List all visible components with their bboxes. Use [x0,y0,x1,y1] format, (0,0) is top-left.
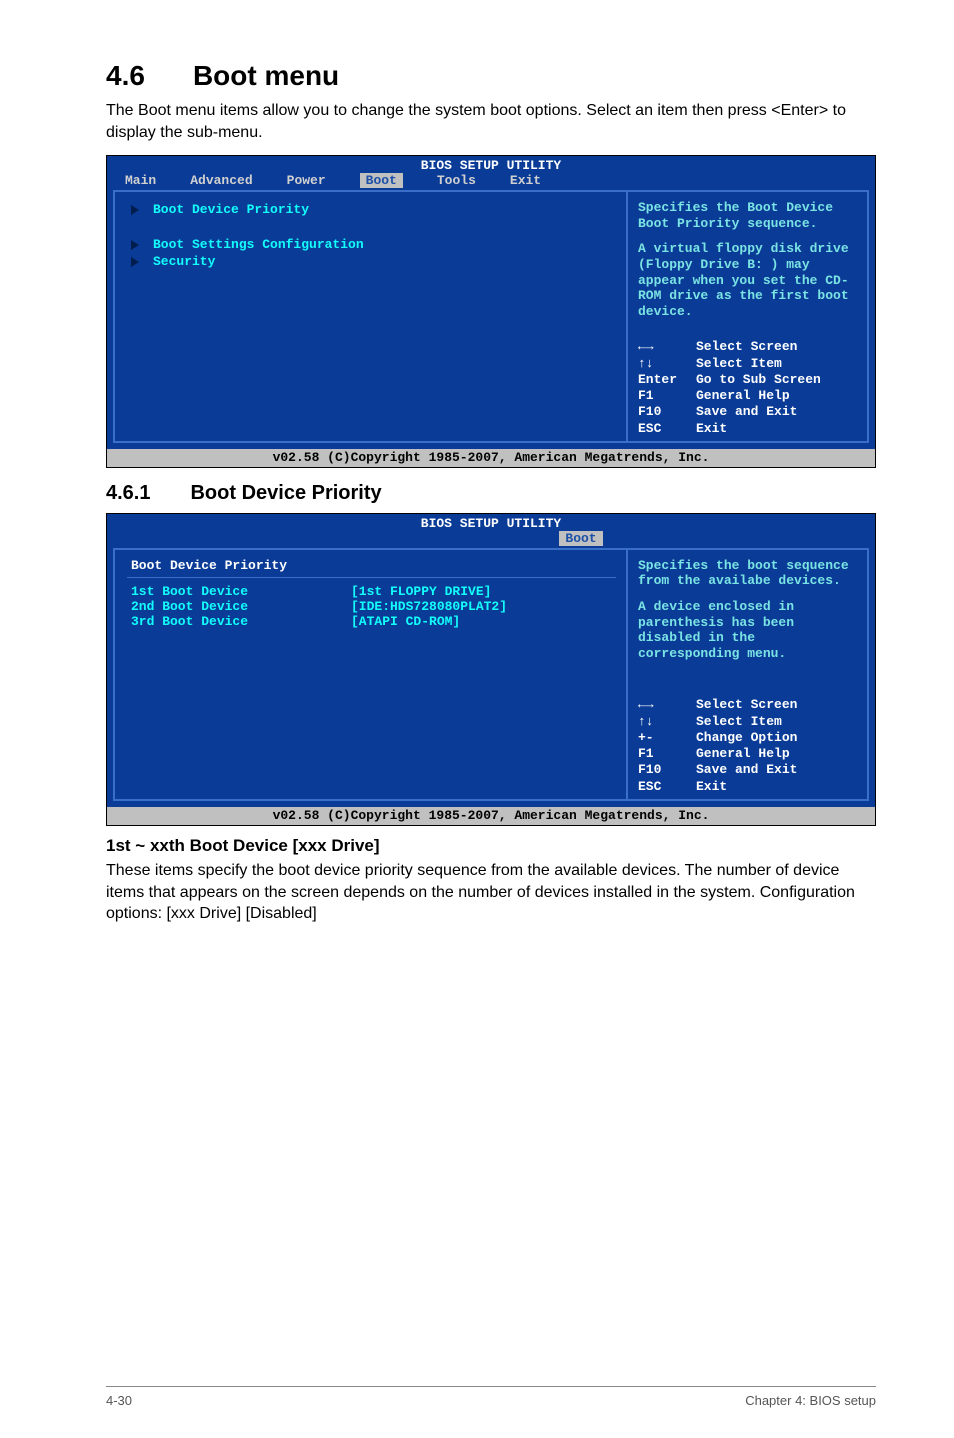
bios2-footer: v02.58 (C)Copyright 1985-2007, American … [107,807,875,825]
left-right-arrow-icon: ←→ [638,339,654,355]
bios1-title: BIOS SETUP UTILITY [107,156,875,173]
bios1-key-row: EnterGo to Sub Screen [638,372,857,388]
section-heading: 4.6 Boot menu [106,60,876,92]
bios1-footer: v02.58 (C)Copyright 1985-2007, American … [107,449,875,467]
bios1-key-row: ↑↓ Select Item [638,356,857,372]
bios1-tab-boot: Boot [360,173,403,188]
paragraph-title: 1st ~ xxth Boot Device [xxx Drive] [106,836,876,856]
bios2-key3-desc: General Help [696,746,790,761]
bios2-key0-desc: Select Screen [696,697,797,712]
bios1-item-security: Security [131,254,612,269]
bios2-key-row: ↑↓ Select Item [638,714,857,730]
bios2-device0-val: [1st FLOPPY DRIVE] [351,584,491,599]
bios2-key-row: +-Change Option [638,730,857,746]
bios2-device2-val: [ATAPI CD-ROM] [351,614,460,629]
bios2-key3-key: F1 [638,746,696,762]
bios-screenshot-boot-device-priority: BIOS SETUP UTILITY Boot Boot Device Prio… [106,513,876,826]
bios2-tab-boot: Boot [559,531,602,546]
bios2-key-row: ESCExit [638,779,857,795]
bios2-key-row: ←→ Select Screen [638,697,857,713]
page-footer-left: 4-30 [106,1393,132,1408]
bios2-device2-label: 3rd Boot Device [131,614,351,629]
bios1-key4-desc: Save and Exit [696,404,797,419]
bios1-key-row: F10Save and Exit [638,404,857,420]
bios2-key2-desc: Change Option [696,730,797,745]
bios2-key2-key: +- [638,730,696,746]
bios2-key4-key: F10 [638,762,696,778]
bios2-device1-val: [IDE:HDS728080PLAT2] [351,599,507,614]
bios1-tab-power: Power [287,173,326,188]
bios1-key-row: F1General Help [638,388,857,404]
bios1-item-boot-device-priority: Boot Device Priority [131,202,612,217]
bios2-key4-desc: Save and Exit [696,762,797,777]
bios1-key-row: ←→ Select Screen [638,339,857,355]
submenu-arrow-icon [131,240,141,250]
bios1-key3-desc: General Help [696,388,790,403]
bios2-help-top: Specifies the boot sequence from the ava… [638,558,857,589]
bios2-device0-label: 1st Boot Device [131,584,351,599]
bios1-item-boot-settings-config: Boot Settings Configuration [131,237,612,252]
subsection-heading: 4.6.1 Boot Device Priority [106,482,876,505]
bios1-key2-key: Enter [638,372,696,388]
bios1-tab-tools: Tools [437,173,476,188]
bios1-key0-desc: Select Screen [696,339,797,354]
bios-screenshot-boot-menu: BIOS SETUP UTILITY Main Advanced Power B… [106,155,876,468]
bios1-item0-label: Boot Device Priority [153,202,309,217]
bios1-key1-desc: Select Item [696,356,782,371]
bios2-help-mid: A device enclosed in parenthesis has bee… [638,599,857,661]
bios1-key-row: ESCExit [638,421,857,437]
bios2-device-row: 2nd Boot Device [IDE:HDS728080PLAT2] [131,599,612,614]
bios2-device-row: 3rd Boot Device [ATAPI CD-ROM] [131,614,612,629]
bios2-title: BIOS SETUP UTILITY [107,514,875,531]
bios1-key4-key: F10 [638,404,696,420]
bios2-key5-key: ESC [638,779,696,795]
bios1-key5-desc: Exit [696,421,727,436]
section-number: 4.6 [106,60,145,92]
page-footer-right: Chapter 4: BIOS setup [745,1393,876,1408]
bios1-tabs: Main Advanced Power Boot Tools Exit [107,173,875,188]
bios2-key-row: F10Save and Exit [638,762,857,778]
bios2-device-row: 1st Boot Device [1st FLOPPY DRIVE] [131,584,612,599]
submenu-arrow-icon [131,205,141,215]
bios2-tabs: Boot [107,531,875,546]
bios2-key-row: F1General Help [638,746,857,762]
page-footer: 4-30 Chapter 4: BIOS setup [106,1386,876,1408]
bios1-help-mid: A virtual floppy disk drive (Floppy Driv… [638,241,857,319]
paragraph-body: These items specify the boot device prio… [106,860,876,925]
bios2-left-title: Boot Device Priority [131,558,612,573]
bios1-tab-exit: Exit [510,173,541,188]
submenu-arrow-icon [131,257,141,267]
bios2-key1-desc: Select Item [696,714,782,729]
bios2-key5-desc: Exit [696,779,727,794]
bios1-key3-key: F1 [638,388,696,404]
left-right-arrow-icon: ←→ [638,697,654,713]
bios1-key2-desc: Go to Sub Screen [696,372,821,387]
up-down-arrow-icon: ↑↓ [638,714,654,730]
bios1-help-top: Specifies the Boot Device Boot Priority … [638,200,857,231]
section-title: Boot menu [193,60,339,92]
bios1-item3-label: Security [153,254,215,269]
section-intro: The Boot menu items allow you to change … [106,100,876,143]
bios1-tab-main: Main [125,173,156,188]
bios1-tab-advanced: Advanced [190,173,252,188]
bios1-item2-label: Boot Settings Configuration [153,237,364,252]
bios1-key5-key: ESC [638,421,696,437]
bios2-device1-label: 2nd Boot Device [131,599,351,614]
subsection-number: 4.6.1 [106,482,150,505]
subsection-title: Boot Device Priority [190,482,381,505]
up-down-arrow-icon: ↑↓ [638,356,654,372]
